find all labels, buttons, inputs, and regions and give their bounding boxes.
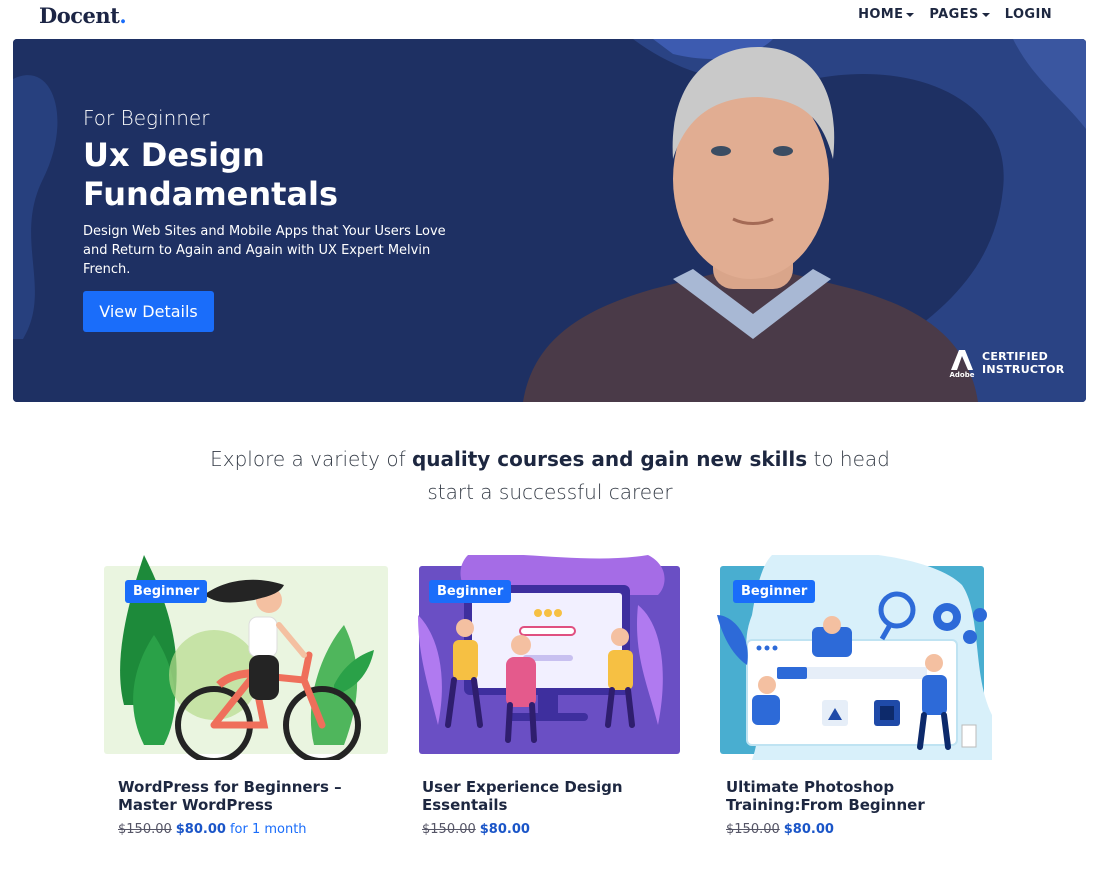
original-price: $150.00 xyxy=(726,822,780,837)
view-details-button[interactable]: View Details xyxy=(83,291,214,332)
cert-line-2: INSTRUCTOR xyxy=(982,363,1065,376)
adobe-logo-icon: Adobe xyxy=(949,350,975,379)
course-price: $150.00 $80.00 xyxy=(726,822,834,837)
site-logo[interactable]: Docent. xyxy=(39,3,127,28)
nav-login[interactable]: LOGIN xyxy=(1005,7,1052,22)
chevron-down-icon xyxy=(981,13,990,17)
hero-background-art xyxy=(13,39,1086,402)
sale-price: $80.00 xyxy=(783,822,834,837)
level-badge: Beginner xyxy=(733,580,816,603)
nav-home[interactable]: HOME xyxy=(858,7,915,22)
sale-price: $80.00 xyxy=(175,822,226,837)
nav-pages-label: PAGES xyxy=(929,7,979,22)
adobe-logo-caption: Adobe xyxy=(949,371,975,379)
tagline-part-1: Explore a variety of xyxy=(210,447,412,471)
logo-text: Docent xyxy=(39,3,120,28)
sale-price: $80.00 xyxy=(479,822,530,837)
cert-line-1: CERTIFIED xyxy=(982,350,1049,363)
adobe-logo-mark xyxy=(951,350,973,370)
tagline-bold: quality courses and gain new skills xyxy=(411,447,808,471)
chevron-down-icon xyxy=(906,13,915,17)
course-title[interactable]: WordPress for Beginners – Master WordPre… xyxy=(118,778,378,814)
nav-home-label: HOME xyxy=(858,7,904,22)
section-tagline: Explore a variety of quality courses and… xyxy=(200,443,900,509)
hero-title: Ux Design Fundamentals xyxy=(83,136,339,213)
hero-banner: For Beginner Ux Design Fundamentals Desi… xyxy=(13,39,1086,402)
original-price: $150.00 xyxy=(118,822,172,837)
course-title[interactable]: Ultimate Photoshop Training:From Beginne… xyxy=(726,778,986,814)
original-price: $150.00 xyxy=(422,822,476,837)
site-header: Docent. HOME PAGES LOGIN xyxy=(0,0,1101,32)
price-period: for 1 month xyxy=(229,822,307,837)
course-title[interactable]: User Experience Design Essentails xyxy=(422,778,682,814)
nav-pages[interactable]: PAGES xyxy=(929,7,990,22)
certified-instructor-badge: Adobe CERTIFIED INSTRUCTOR xyxy=(950,350,1072,379)
hero-subtitle: For Beginner xyxy=(83,106,210,130)
hero-description: Design Web Sites and Mobile Apps that Yo… xyxy=(83,224,446,277)
certified-instructor-text: CERTIFIED INSTRUCTOR xyxy=(982,350,1072,376)
logo-dot: . xyxy=(119,3,127,28)
course-price: $150.00 $80.00 xyxy=(422,822,530,837)
level-badge: Beginner xyxy=(429,580,512,603)
main-nav: HOME PAGES LOGIN xyxy=(858,7,1052,22)
nav-login-label: LOGIN xyxy=(1004,7,1052,22)
level-badge: Beginner xyxy=(125,580,208,603)
course-price: $150.00 $80.00 for 1 month xyxy=(118,822,307,837)
